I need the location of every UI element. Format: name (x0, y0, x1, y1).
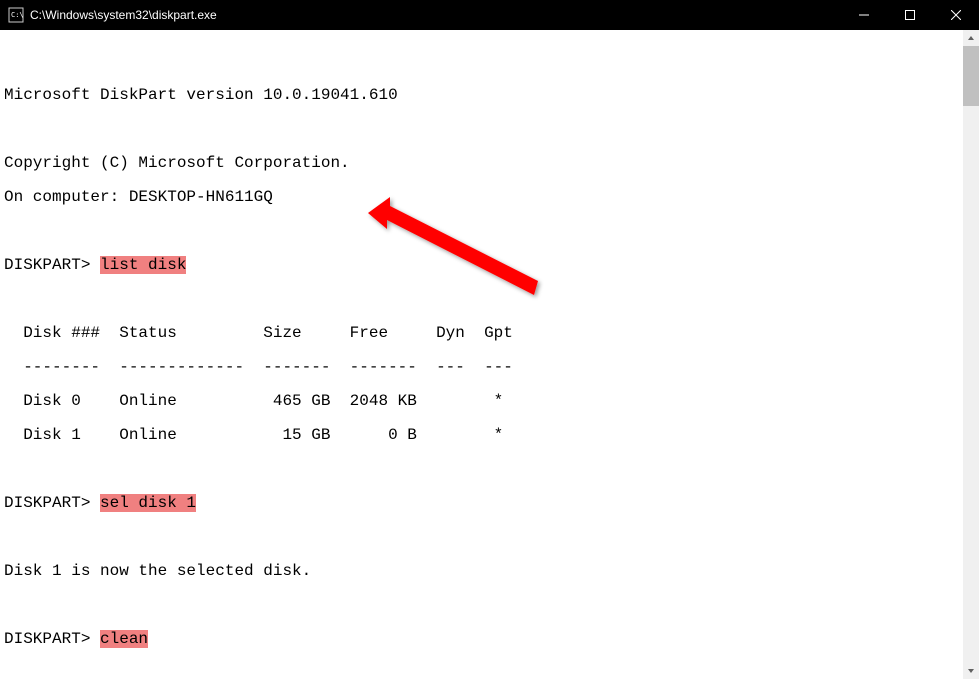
prompt-line: DISKPART> list disk (4, 257, 975, 274)
cmd-clean: clean (100, 630, 148, 648)
disk-table-header: Disk ### Status Size Free Dyn Gpt (4, 325, 975, 342)
disk-row-0: Disk 0 Online 465 GB 2048 KB * (4, 393, 975, 410)
prompt-line: DISKPART> sel disk 1 (4, 495, 975, 512)
maximize-button[interactable] (887, 0, 933, 30)
window-controls (841, 0, 979, 30)
window-title: C:\Windows\system32\diskpart.exe (30, 8, 841, 22)
scroll-down-button[interactable] (963, 663, 979, 679)
cmd-list-disk: list disk (100, 256, 186, 274)
terminal-area[interactable]: Microsoft DiskPart version 10.0.19041.61… (0, 30, 979, 679)
disk-row-1: Disk 1 Online 15 GB 0 B * (4, 427, 975, 444)
disk-table-sep: -------- ------------- ------- ------- -… (4, 359, 975, 376)
scroll-up-button[interactable] (963, 30, 979, 46)
scrollbar-thumb[interactable] (963, 46, 979, 106)
version-line: Microsoft DiskPart version 10.0.19041.61… (4, 87, 975, 104)
scrollbar[interactable] (963, 30, 979, 679)
cmd-sel-disk: sel disk 1 (100, 494, 196, 512)
terminal-output: Microsoft DiskPart version 10.0.19041.61… (0, 30, 979, 679)
out-selected: Disk 1 is now the selected disk. (4, 563, 975, 580)
prompt-line: DISKPART> clean (4, 631, 975, 648)
close-button[interactable] (933, 0, 979, 30)
copyright-line: Copyright (C) Microsoft Corporation. (4, 155, 975, 172)
computer-line: On computer: DESKTOP-HN611GQ (4, 189, 975, 206)
svg-text:C:\: C:\ (11, 11, 24, 19)
titlebar: C:\ C:\Windows\system32\diskpart.exe (0, 0, 979, 30)
console-window: C:\ C:\Windows\system32\diskpart.exe Mic… (0, 0, 979, 679)
minimize-button[interactable] (841, 0, 887, 30)
app-icon: C:\ (8, 7, 24, 23)
